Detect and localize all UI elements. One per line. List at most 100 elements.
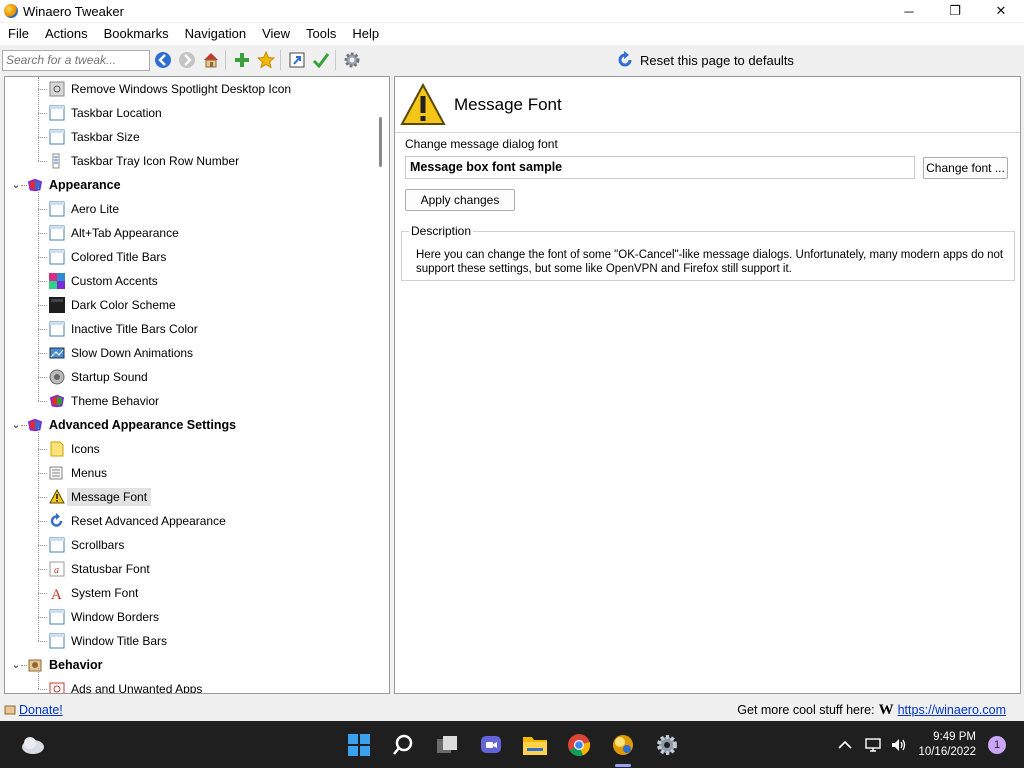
menu-help[interactable]: Help — [344, 23, 387, 45]
tree-connector — [38, 473, 47, 474]
tree-item[interactable]: Taskbar Size — [49, 126, 140, 148]
tree-item[interactable]: Alt+Tab Appearance — [49, 222, 179, 244]
tree-item[interactable]: Inactive Title Bars Color — [49, 318, 198, 340]
apply-check-icon[interactable] — [310, 49, 332, 71]
reset-icon — [49, 513, 65, 529]
tree-item-label: Remove Windows Spotlight Desktop Icon — [71, 82, 292, 96]
spotlight-icon — [49, 81, 65, 97]
minimize-button[interactable]: ─ — [886, 0, 932, 22]
shortcut-icon[interactable] — [286, 49, 308, 71]
tree-item-label: Custom Accents — [71, 274, 158, 288]
tree-item[interactable]: a Statusbar Font — [49, 558, 150, 580]
tree-item[interactable]: Dark Color Scheme — [49, 294, 176, 316]
tree-item[interactable]: Remove Windows Spotlight Desktop Icon — [49, 78, 291, 100]
window-title-bars-icon — [49, 633, 65, 649]
home-icon[interactable] — [200, 49, 222, 71]
tree-item[interactable]: Window Borders — [49, 606, 159, 628]
window-controls: ─ ❐ ✕ — [886, 0, 1024, 22]
tree-item[interactable]: Menus — [49, 462, 107, 484]
tree-item-label: Message Font — [67, 488, 152, 506]
chevron-down-icon[interactable]: ⌄ — [11, 180, 21, 191]
tree-item[interactable]: Theme Behavior — [49, 390, 159, 412]
taskbar: 9:49 PM 10/16/2022 1 — [0, 721, 1024, 768]
back-icon[interactable] — [152, 49, 174, 71]
task-view-icon[interactable] — [432, 730, 462, 760]
menu-file[interactable]: File — [0, 23, 37, 45]
colored-title-bars-icon — [49, 249, 65, 265]
tree-item[interactable]: Reset Advanced Appearance — [49, 510, 226, 532]
toolbar: Reset this page to defaults — [0, 46, 1024, 74]
search-icon[interactable] — [388, 730, 418, 760]
tree-item[interactable]: Taskbar Location — [49, 102, 162, 124]
weather-icon[interactable] — [18, 730, 48, 760]
search-input[interactable] — [2, 49, 150, 71]
winaero-logo: W — [878, 701, 894, 718]
file-explorer-icon[interactable] — [520, 730, 550, 760]
tree-item[interactable]: Ads and Unwanted Apps — [49, 678, 203, 694]
tree-connector — [38, 77, 39, 161]
tree-item-label: Ads and Unwanted Apps — [71, 682, 203, 694]
settings-icon[interactable] — [652, 730, 682, 760]
tweaks-tree[interactable]: Remove Windows Spotlight Desktop Icon Tas… — [4, 76, 390, 694]
tree-connector — [38, 617, 47, 618]
bookmarks-star-icon[interactable] — [255, 49, 277, 71]
settings-gear-icon[interactable] — [341, 49, 363, 71]
notification-badge[interactable]: 1 — [988, 735, 1006, 754]
system-tray: 9:49 PM 10/16/2022 1 — [838, 721, 1024, 768]
tree-connector — [38, 89, 47, 90]
tree-item[interactable]: A System Font — [49, 582, 138, 604]
winaero-link[interactable]: https://winaero.com — [898, 703, 1006, 717]
volume-icon[interactable] — [890, 737, 908, 753]
tree-connector — [38, 137, 47, 138]
change-font-button[interactable]: Change font ... — [923, 157, 1008, 179]
menu-view[interactable]: View — [254, 23, 298, 45]
apply-changes-button[interactable]: Apply changes — [405, 189, 515, 211]
tree-item[interactable]: Slow Down Animations — [49, 342, 193, 364]
tree-item[interactable]: Scrollbars — [49, 534, 124, 556]
teams-chat-icon[interactable] — [476, 730, 506, 760]
tree-connector — [38, 545, 47, 546]
tree-connector — [38, 428, 39, 641]
promo-area: Get more cool stuff here: W https://wina… — [737, 699, 1006, 721]
tree-item[interactable]: Startup Sound — [49, 366, 148, 388]
warning-icon — [400, 82, 446, 128]
tree-connector — [38, 593, 47, 594]
maximize-button[interactable]: ❐ — [932, 0, 978, 22]
menu-navigation[interactable]: Navigation — [177, 23, 254, 45]
clock[interactable]: 9:49 PM 10/16/2022 — [918, 730, 976, 760]
menu-bookmarks[interactable]: Bookmarks — [96, 23, 177, 45]
tree-connector — [38, 353, 47, 354]
tree-item[interactable]: Colored Title Bars — [49, 246, 166, 268]
tree-group[interactable]: Advanced Appearance Settings — [27, 414, 236, 436]
start-icon[interactable] — [344, 730, 374, 760]
close-button[interactable]: ✕ — [978, 0, 1024, 22]
menu-tools[interactable]: Tools — [298, 23, 344, 45]
network-icon[interactable] — [864, 737, 882, 753]
forward-icon[interactable] — [176, 49, 198, 71]
tree-connector — [38, 161, 47, 162]
winaero-tweaker-task-icon[interactable] — [608, 730, 638, 760]
toolbar-separator — [335, 50, 336, 70]
tree-item[interactable]: Taskbar Tray Icon Row Number — [49, 150, 239, 172]
tree-group[interactable]: Appearance — [27, 174, 121, 196]
tree-item[interactable]: Icons — [49, 438, 100, 460]
chevron-down-icon[interactable]: ⌄ — [11, 660, 21, 671]
scrollbar-thumb[interactable] — [379, 117, 382, 167]
tree-scrollbar[interactable] — [373, 77, 389, 693]
tree-item[interactable]: Message Font — [49, 486, 152, 508]
donate-link[interactable]: Donate! — [19, 703, 63, 717]
appearance-icon — [27, 177, 43, 193]
tree-item-label: System Font — [71, 586, 139, 600]
tree-item[interactable]: Aero Lite — [49, 198, 119, 220]
reset-page-label: Reset this page to defaults — [640, 52, 794, 68]
menu-actions[interactable]: Actions — [37, 23, 96, 45]
reset-page-button[interactable]: Reset this page to defaults — [612, 49, 794, 71]
chevron-down-icon[interactable]: ⌄ — [11, 420, 21, 431]
tree-item-label: Taskbar Size — [71, 130, 140, 144]
chevron-up-icon[interactable] — [838, 740, 853, 750]
add-bookmark-icon[interactable] — [231, 49, 253, 71]
tree-item[interactable]: Custom Accents — [49, 270, 158, 292]
tree-item[interactable]: Window Title Bars — [49, 630, 167, 652]
chrome-icon[interactable] — [564, 730, 594, 760]
statusbar-font-icon: a — [49, 561, 65, 577]
